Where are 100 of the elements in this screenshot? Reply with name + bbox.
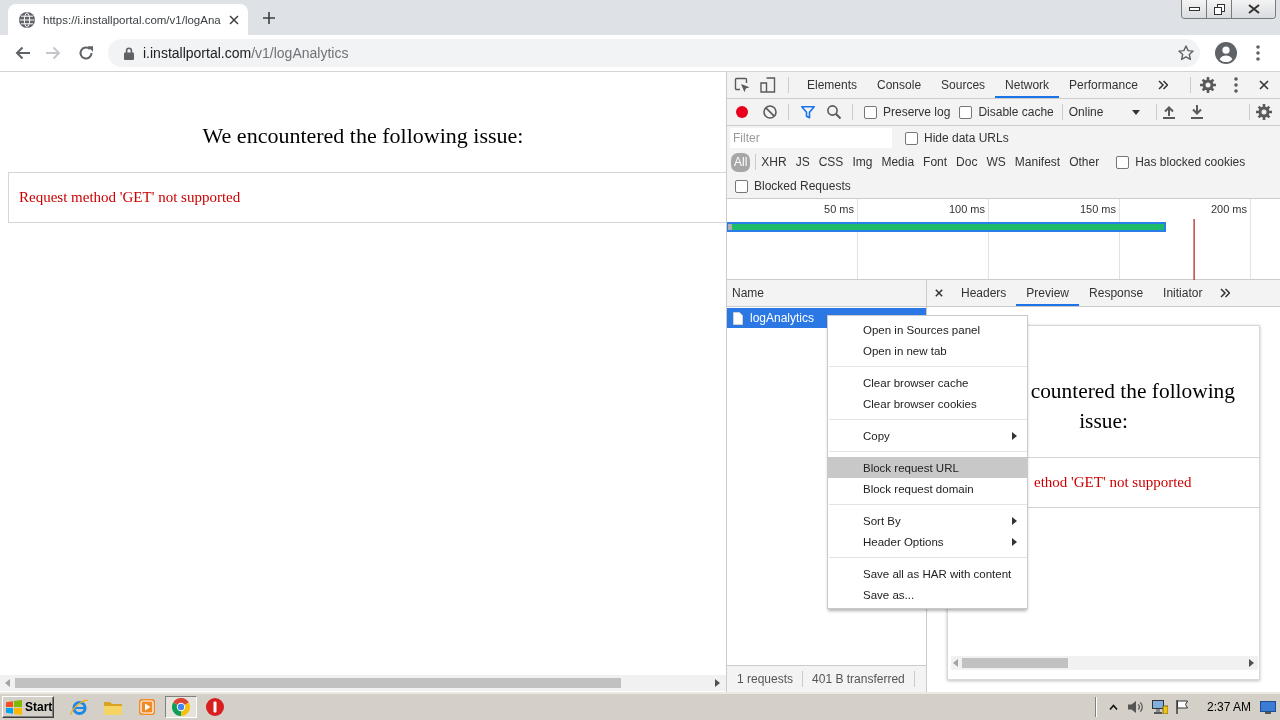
menu-item[interactable]: Copy: [828, 425, 1027, 446]
more-tabs-icon[interactable]: [1157, 80, 1168, 90]
more-icon[interactable]: [1234, 77, 1238, 93]
close-icon[interactable]: [229, 14, 239, 25]
close-icon[interactable]: [1259, 80, 1269, 90]
device-icon[interactable]: [760, 77, 776, 93]
error-message: Request method 'GET' not supported: [19, 189, 241, 206]
url-text: i.installportal.com/v1/logAnalytics: [143, 45, 349, 61]
type-filter[interactable]: XHR: [758, 152, 790, 172]
checkbox-label: Has blocked cookies: [1135, 155, 1246, 169]
clock[interactable]: 2:37 AM: [1206, 700, 1251, 714]
detail-tab[interactable]: Initiator: [1153, 280, 1213, 306]
profile-icon[interactable]: [1215, 42, 1237, 64]
filter-field[interactable]: Filter: [730, 128, 892, 148]
chevron-up-icon[interactable]: [1108, 704, 1118, 710]
type-filter[interactable]: Manifest: [1011, 152, 1064, 172]
menu-item[interactable]: Block request domain: [828, 478, 1027, 499]
globe-icon: [19, 11, 35, 28]
restore-icon: [1213, 3, 1225, 15]
scrollbar-thumb[interactable]: [962, 658, 1068, 668]
devtools-tab[interactable]: Elements: [797, 72, 868, 98]
inspect-icon[interactable]: [734, 77, 750, 93]
menu-item[interactable]: Open in new tab: [828, 340, 1027, 361]
type-filter[interactable]: Media: [878, 152, 918, 172]
type-filter[interactable]: JS: [792, 152, 813, 172]
tick-label: 50 ms: [824, 203, 854, 215]
devtools-tab[interactable]: Console: [867, 72, 932, 98]
type-filter[interactable]: Other: [1066, 152, 1103, 172]
address-bar[interactable]: i.installportal.com/v1/logAnalytics: [108, 39, 1200, 67]
plus-icon[interactable]: [263, 11, 275, 24]
settings-icon[interactable]: [1256, 104, 1272, 120]
close-button[interactable]: [1231, 0, 1275, 18]
scroll-right-icon[interactable]: [715, 679, 720, 687]
scroll-right-icon[interactable]: [1249, 659, 1254, 667]
back-arrow-icon[interactable]: [14, 46, 30, 60]
menu-icon[interactable]: [1256, 45, 1260, 61]
browser-tab[interactable]: https://i.installportal.com/v1/logAna: [8, 4, 248, 35]
type-filter[interactable]: WS: [983, 152, 1009, 172]
document-icon: [733, 311, 743, 325]
devtools-tab[interactable]: Sources: [931, 72, 996, 98]
type-filter[interactable]: Doc: [953, 152, 981, 172]
star-icon[interactable]: [1178, 45, 1194, 61]
checkbox[interactable]: [905, 131, 918, 145]
detail-tab[interactable]: Response: [1079, 280, 1154, 306]
submenu-arrow-icon: [1012, 431, 1017, 440]
type-filter[interactable]: CSS: [815, 152, 847, 172]
speaker-icon[interactable]: [1127, 700, 1144, 714]
download-icon[interactable]: [1190, 105, 1203, 119]
lock-icon[interactable]: [124, 46, 134, 60]
folder-icon: [104, 699, 122, 715]
submenu-arrow-icon: [1012, 516, 1017, 525]
minimize-button[interactable]: [1182, 0, 1206, 18]
type-filter[interactable]: Font: [920, 152, 951, 172]
more-tabs-icon[interactable]: [1220, 288, 1231, 298]
type-filter[interactable]: Img: [849, 152, 876, 172]
taskbar-button[interactable]: [165, 696, 197, 718]
clear-icon[interactable]: [763, 105, 777, 119]
detail-tab[interactable]: Headers: [951, 280, 1017, 306]
settings-icon[interactable]: [1200, 77, 1216, 93]
filter-icon[interactable]: [801, 105, 815, 119]
network-icon[interactable]: [1151, 700, 1168, 714]
browser-icon: [70, 698, 88, 716]
start-button[interactable]: Start: [2, 696, 54, 718]
horizontal-scrollbar[interactable]: [0, 675, 726, 691]
record-icon[interactable]: [736, 106, 748, 118]
checkbox[interactable]: [1116, 155, 1130, 169]
stop-icon: [206, 698, 224, 716]
menu-item[interactable]: Save all as HAR with content: [828, 563, 1027, 584]
close-icon[interactable]: [935, 289, 943, 297]
search-icon[interactable]: [827, 105, 841, 119]
checkbox[interactable]: [959, 105, 973, 119]
menu-item[interactable]: Block request URL: [828, 457, 1027, 478]
restore-button[interactable]: [1206, 0, 1231, 18]
load-event-line: [1193, 219, 1195, 280]
menu-item[interactable]: Clear browser cookies: [828, 393, 1027, 414]
submenu-arrow-icon: [1012, 537, 1017, 546]
checkbox[interactable]: [735, 179, 748, 193]
reload-icon[interactable]: [78, 45, 94, 61]
caret-icon: [1131, 109, 1140, 115]
checkbox-label: Hide data URLs: [924, 131, 1009, 145]
detail-tab[interactable]: Preview: [1016, 280, 1080, 306]
preview-heading: issue:: [1079, 408, 1128, 435]
page-heading: We encountered the following issue:: [202, 124, 524, 148]
scrollbar-thumb[interactable]: [15, 678, 621, 688]
tick-label: 200 ms: [1210, 203, 1247, 215]
menu-item[interactable]: Save as...: [828, 584, 1027, 605]
menu-item[interactable]: Clear browser cache: [828, 372, 1027, 393]
menu-item[interactable]: Header Options: [828, 531, 1027, 552]
column-header[interactable]: Name: [727, 280, 926, 307]
flag-icon[interactable]: [1175, 700, 1190, 714]
checkbox[interactable]: [864, 105, 877, 119]
throttling-dropdown[interactable]: Online: [1068, 105, 1146, 119]
checkbox-label: Blocked Requests: [754, 179, 851, 193]
checkbox-label: Disable cache: [978, 105, 1054, 119]
horizontal-scrollbar[interactable]: [951, 656, 1258, 670]
checkbox-label: Preserve log: [883, 105, 951, 119]
devtools-tab[interactable]: Performance: [1059, 72, 1148, 98]
menu-item[interactable]: Sort By: [828, 510, 1027, 531]
upload-icon[interactable]: [1162, 105, 1175, 119]
show-desktop-icon[interactable]: [1260, 700, 1276, 714]
